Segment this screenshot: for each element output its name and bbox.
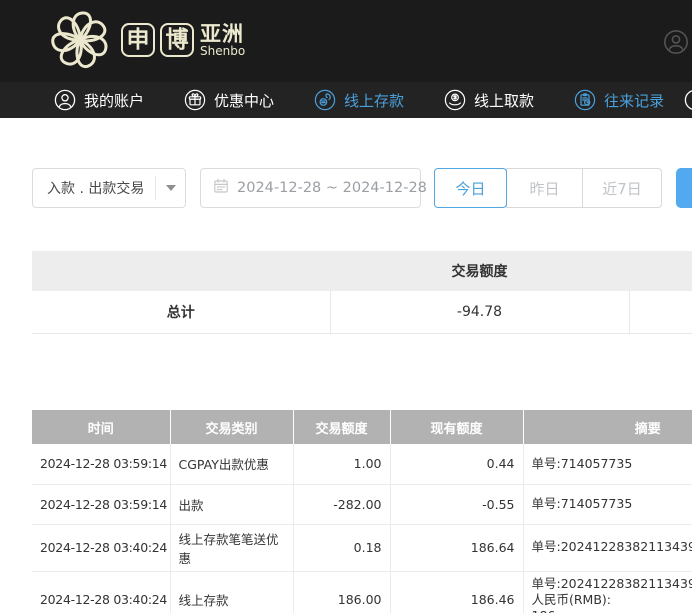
flower-logo-icon — [44, 4, 116, 76]
col-header-summary: 摘要 — [523, 410, 692, 444]
summary-total-label: 总计 — [32, 291, 330, 333]
main-nav: 我的账户 优惠中心 — [0, 82, 692, 118]
date-range-input[interactable]: 2024-12-28 ~ 2024-12-28 — [200, 168, 421, 208]
cell-amount: 1.00 — [293, 444, 390, 484]
cell-time: 2024-12-28 03:40:24 — [32, 524, 170, 571]
nav-item-online-deposit[interactable]: 线上存款 — [314, 89, 404, 111]
cell-time: 2024-12-28 03:40:24 — [32, 571, 170, 613]
table-row: 2024-12-28 03:59:14 出款 -282.00 -0.55 单号:… — [32, 484, 692, 524]
summary-header-empty — [32, 251, 330, 291]
quick-date-button-group: 今日 昨日 近7日 — [434, 168, 662, 208]
withdraw-icon — [444, 89, 466, 111]
cell-summary: 单号:20241228382113439 人民币(RMB): 186 — [523, 571, 692, 613]
cell-balance: -0.55 — [390, 484, 523, 524]
transactions-header-row: 时间 交易类别 交易额度 现有额度 摘要 — [32, 410, 692, 444]
records-icon — [574, 89, 596, 111]
cell-time: 2024-12-28 03:59:14 — [32, 484, 170, 524]
brand-logo[interactable]: 申 博 亚洲 Shenbo — [44, 4, 245, 76]
summary-header-empty2 — [629, 251, 692, 291]
transactions-table: 时间 交易类别 交易额度 现有额度 摘要 2024-12-28 03:59:14… — [32, 410, 692, 613]
summary-total-value: -94.78 — [330, 291, 629, 333]
nav-item-online-withdraw[interactable]: 线上取款 — [444, 89, 534, 111]
page: 申 博 亚洲 Shenbo 我的账户 — [0, 0, 692, 613]
cell-type: 出款 — [170, 484, 293, 524]
summary-header-amount: 交易额度 — [330, 251, 629, 291]
nav-item-promotions[interactable]: 优惠中心 — [184, 89, 274, 111]
col-header-balance: 现有额度 — [390, 410, 523, 444]
cell-type: 线上存款笔笔送优惠 — [170, 524, 293, 571]
cell-time: 2024-12-28 03:59:14 — [32, 444, 170, 484]
cell-summary: 单号:20241228382113439 — [523, 524, 692, 571]
col-header-time: 时间 — [32, 410, 170, 444]
date-range-value: 2024-12-28 ~ 2024-12-28 — [237, 180, 427, 196]
yesterday-button[interactable]: 昨日 — [506, 168, 583, 208]
table-row: 2024-12-28 03:40:24 线上存款笔笔送优惠 0.18 186.6… — [32, 524, 692, 571]
partial-nav-icon — [684, 96, 692, 115]
today-button[interactable]: 今日 — [434, 168, 507, 208]
transaction-type-value: 入款 . 出款交易 — [33, 178, 155, 198]
search-button[interactable] — [676, 168, 692, 208]
user-icon — [54, 89, 76, 111]
logo-char-bo: 博 — [160, 23, 194, 57]
nav-label: 线上存款 — [344, 90, 404, 111]
cell-summary: 单号:714057735 — [523, 484, 692, 524]
gift-icon — [184, 89, 206, 111]
logo-brand-en: Shenbo — [200, 45, 245, 58]
col-header-amount: 交易额度 — [293, 410, 390, 444]
cell-summary: 单号:714057735 — [523, 444, 692, 484]
logo-char-shen: 申 — [121, 23, 155, 57]
nav-item-partial[interactable] — [684, 89, 692, 115]
cell-type: 线上存款 — [170, 571, 293, 613]
transaction-type-select[interactable]: 入款 . 出款交易 — [32, 168, 186, 208]
cell-type: CGPAY出款优惠 — [170, 444, 293, 484]
cell-balance: 0.44 — [390, 444, 523, 484]
cell-amount: 0.18 — [293, 524, 390, 571]
table-row: 2024-12-28 03:59:14 CGPAY出款优惠 1.00 0.44 … — [32, 444, 692, 484]
table-row: 2024-12-28 03:40:24 线上存款 186.00 186.46 单… — [32, 571, 692, 613]
summary-table: 交易额度 总计 -94.78 — [32, 251, 692, 334]
deposit-icon — [314, 89, 336, 111]
logo-region-label: 亚洲 — [200, 23, 245, 45]
nav-label: 线上取款 — [474, 90, 534, 111]
summary-total-row: 总计 -94.78 — [32, 291, 692, 333]
top-header: 申 博 亚洲 Shenbo — [0, 0, 692, 82]
last-7-days-button[interactable]: 近7日 — [582, 168, 662, 208]
cell-balance: 186.64 — [390, 524, 523, 571]
nav-item-transaction-records[interactable]: 往来记录 — [574, 89, 664, 111]
account-icon[interactable] — [663, 29, 689, 55]
summary-empty-cell — [629, 291, 692, 333]
nav-label: 往来记录 — [604, 90, 664, 111]
col-header-type: 交易类别 — [170, 410, 293, 444]
summary-header-row: 交易额度 — [32, 251, 692, 291]
nav-item-my-account[interactable]: 我的账户 — [54, 89, 144, 111]
calendar-icon — [213, 178, 229, 198]
nav-label: 优惠中心 — [214, 90, 274, 111]
cell-amount: 186.00 — [293, 571, 390, 613]
nav-label: 我的账户 — [84, 90, 144, 111]
cell-balance: 186.46 — [390, 571, 523, 613]
cell-amount: -282.00 — [293, 484, 390, 524]
chevron-down-icon — [155, 176, 185, 200]
logo-text: 亚洲 Shenbo — [200, 23, 245, 58]
